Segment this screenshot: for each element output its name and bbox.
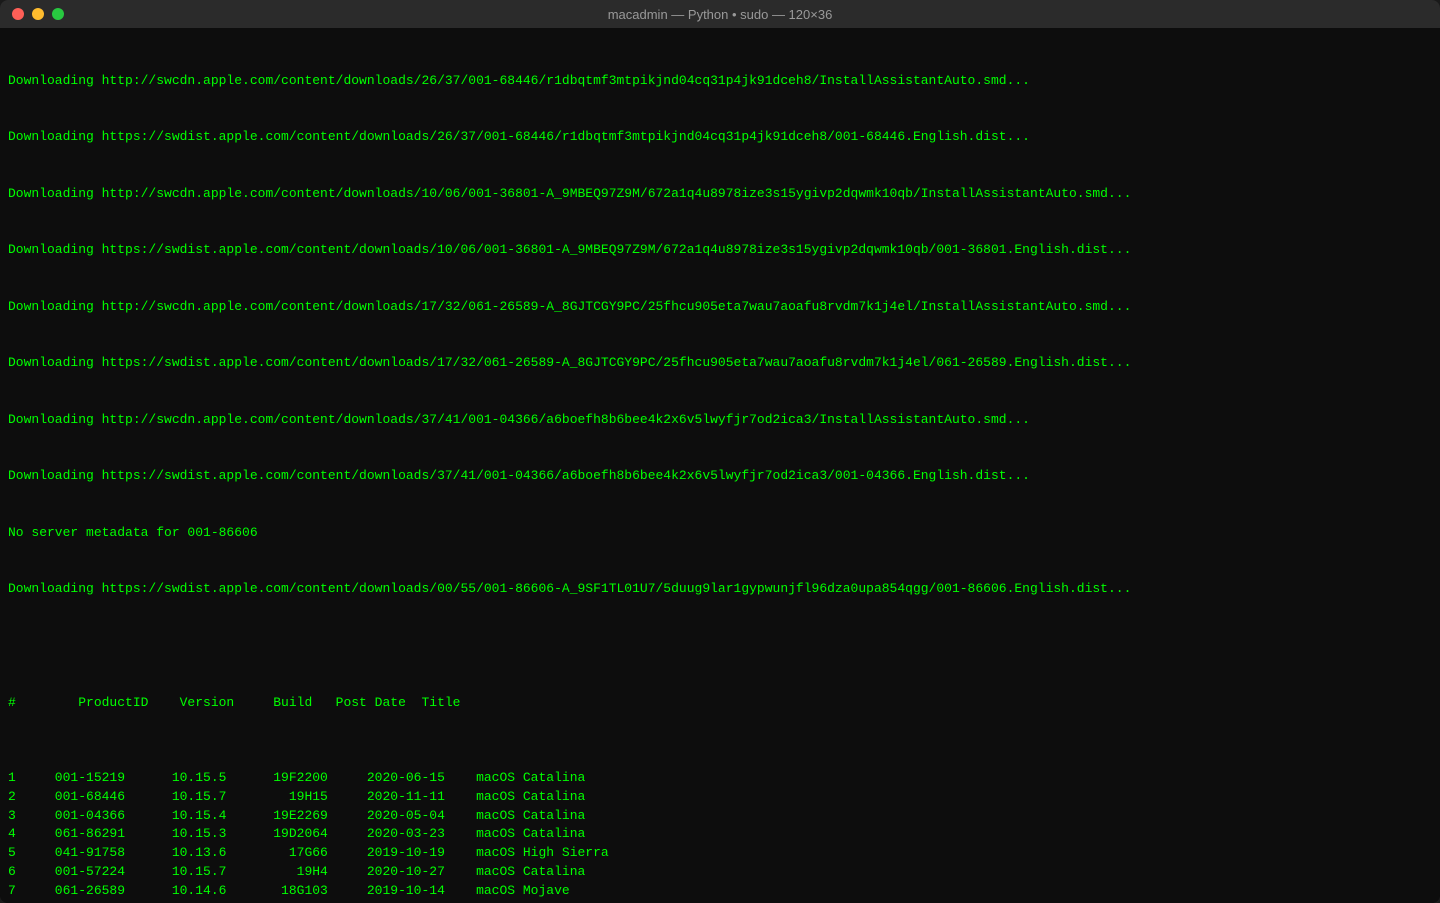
table-row-4: 4 061-86291 10.15.3 19D2064 2020-03-23 m… [8, 825, 1432, 844]
traffic-lights [12, 8, 64, 20]
window-title: macadmin — Python • sudo — 120×36 [608, 7, 833, 22]
titlebar: macadmin — Python • sudo — 120×36 [0, 0, 1440, 28]
download-line-5: Downloading http://swcdn.apple.com/conte… [8, 298, 1432, 317]
download-line-9: Downloading https://swdist.apple.com/con… [8, 580, 1432, 599]
table-header: # ProductID Version Build Post Date Titl… [8, 694, 1432, 713]
table-row-1: 1 001-15219 10.15.5 19F2200 2020-06-15 m… [8, 769, 1432, 788]
download-line-8: Downloading https://swdist.apple.com/con… [8, 467, 1432, 486]
download-line-6: Downloading https://swdist.apple.com/con… [8, 354, 1432, 373]
terminal-body[interactable]: Downloading http://swcdn.apple.com/conte… [0, 28, 1440, 903]
table-row-6: 6 001-57224 10.15.7 19H4 2020-10-27 macO… [8, 863, 1432, 882]
download-line-1: Downloading http://swcdn.apple.com/conte… [8, 72, 1432, 91]
download-line-3: Downloading http://swcdn.apple.com/conte… [8, 185, 1432, 204]
download-line-2: Downloading https://swdist.apple.com/con… [8, 128, 1432, 147]
terminal-window: macadmin — Python • sudo — 120×36 Downlo… [0, 0, 1440, 903]
product-table: # ProductID Version Build Post Date Titl… [8, 656, 1432, 903]
download-line-4: Downloading https://swdist.apple.com/con… [8, 241, 1432, 260]
table-row-5: 5 041-91758 10.13.6 17G66 2019-10-19 mac… [8, 844, 1432, 863]
minimize-button[interactable] [32, 8, 44, 20]
download-line-7: Downloading http://swcdn.apple.com/conte… [8, 411, 1432, 430]
maximize-button[interactable] [52, 8, 64, 20]
table-row-3: 3 001-04366 10.15.4 19E2269 2020-05-04 m… [8, 807, 1432, 826]
table-row-2: 2 001-68446 10.15.7 19H15 2020-11-11 mac… [8, 788, 1432, 807]
table-row-7: 7 061-26589 10.14.6 18G103 2019-10-14 ma… [8, 882, 1432, 901]
close-button[interactable] [12, 8, 24, 20]
table-rows: 1 001-15219 10.15.5 19F2200 2020-06-15 m… [8, 769, 1432, 903]
no-metadata-line: No server metadata for 001-86606 [8, 524, 1432, 543]
